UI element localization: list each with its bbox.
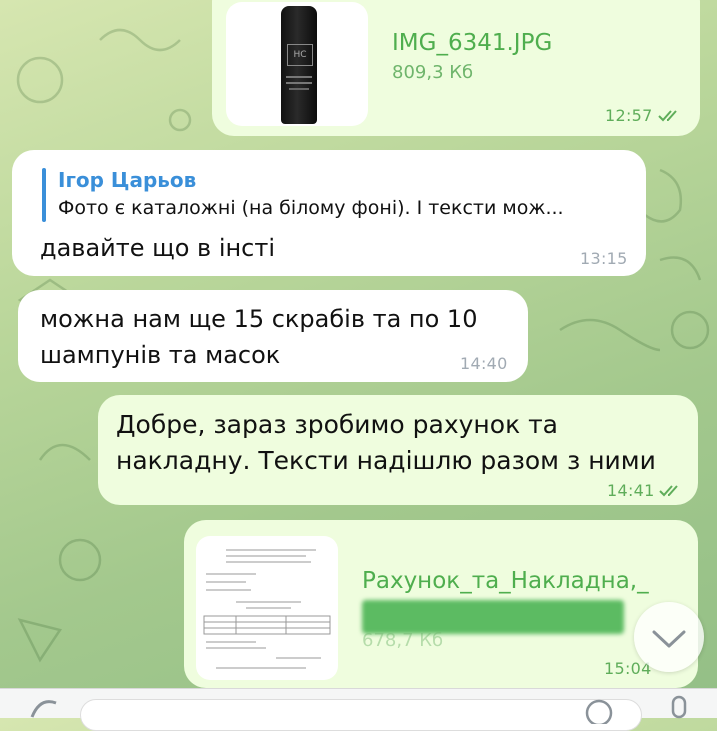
quoted-text[interactable]: Фото є каталожні (на білому фоні). І тек… <box>58 197 564 219</box>
message-text-line-2: накладну. Тексти надішлю разом з ними <box>116 446 656 475</box>
message-text-line-1: Добре, зараз зробимо рахунок та <box>116 410 559 439</box>
message-time: 13:15 <box>580 249 628 268</box>
invoice-preview-image <box>203 549 331 669</box>
file-name: IMG_6341.JPG <box>392 30 553 56</box>
document-thumbnail[interactable] <box>196 536 338 680</box>
double-check-icon <box>658 110 677 122</box>
message-document-file[interactable]: Рахунок_та_Накладна,_ 678,7 Кб 15:04 <box>184 520 698 688</box>
product-bottle-image: HC <box>281 6 317 124</box>
input-bar <box>0 688 717 731</box>
chevron-down-icon <box>652 630 686 648</box>
attach-icon[interactable] <box>22 689 62 718</box>
file-size: 678,7 Кб <box>362 630 444 651</box>
message-text: давайте що в інсті <box>40 234 276 262</box>
blurred-file-name <box>362 600 624 634</box>
reply-accent-bar <box>42 168 46 222</box>
message-incoming-text[interactable]: можна нам ще 15 скрабів та по 10 шампуні… <box>18 290 528 382</box>
message-outgoing-text[interactable]: Добре, зараз зробимо рахунок та накладну… <box>98 395 698 505</box>
double-check-icon <box>659 485 678 497</box>
message-time: 14:41 <box>607 481 655 500</box>
message-time: 14:40 <box>460 354 508 373</box>
file-name: Рахунок_та_Накладна,_ <box>362 568 649 594</box>
message-input[interactable] <box>80 699 642 731</box>
message-time: 12:57 <box>605 106 653 125</box>
photo-thumbnail[interactable]: HC <box>226 2 368 126</box>
message-photo-file[interactable]: HC IMG_6341.JPG 809,3 Кб 12:57 <box>212 0 700 136</box>
quoted-author[interactable]: Ігор Царьов <box>58 168 196 192</box>
mic-icon[interactable] <box>664 695 694 724</box>
message-text-line-1: можна нам ще 15 скрабів та по 10 <box>40 305 478 333</box>
scroll-to-bottom-button[interactable] <box>634 602 704 672</box>
message-reply[interactable]: Ігор Царьов Фото є каталожні (на білому … <box>12 150 646 276</box>
sticker-icon[interactable] <box>584 695 614 724</box>
message-text-line-2: шампунів та масок <box>40 341 281 369</box>
file-size: 809,3 Кб <box>392 62 474 83</box>
